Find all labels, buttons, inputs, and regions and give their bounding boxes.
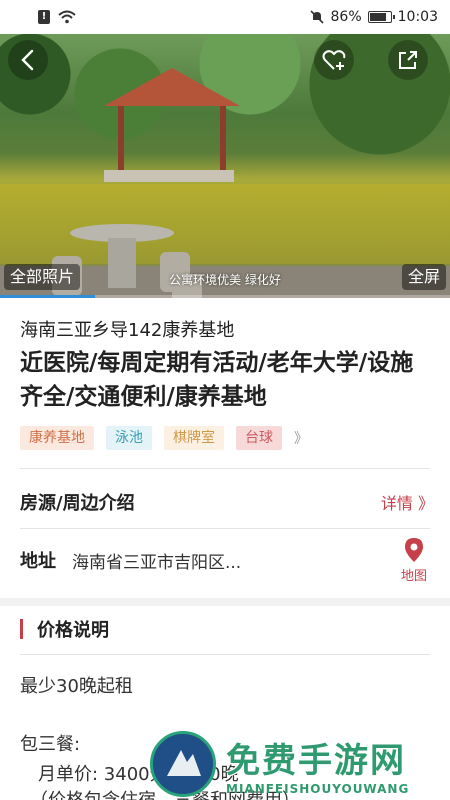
photo-progress xyxy=(0,295,450,298)
address-label: 地址 xyxy=(20,551,56,572)
divider xyxy=(20,468,430,469)
price-section-header: 价格说明 xyxy=(20,616,109,642)
status-bar: ! 86% 10:03 xyxy=(0,0,450,34)
chevron-left-icon xyxy=(21,49,34,71)
wifi-icon xyxy=(58,10,76,24)
map-button[interactable]: 地图 xyxy=(394,537,434,584)
share-icon xyxy=(399,51,417,69)
meals-text: 包三餐: xyxy=(20,734,81,755)
fullscreen-button[interactable]: 全屏 xyxy=(401,264,446,290)
tag: 台球 xyxy=(236,426,282,450)
watermark-subtext: MIANFEISHOUYOUWANG xyxy=(226,781,410,796)
clock: 10:03 xyxy=(397,9,438,25)
section-accent-bar xyxy=(20,619,23,639)
tag: 棋牌室 xyxy=(164,426,224,450)
address-text: 海南省三亚市吉阳区... xyxy=(72,552,242,573)
listing-location: 海南三亚乡导142康养基地 xyxy=(20,320,235,341)
photo-progress-fill xyxy=(0,295,95,298)
battery-percent: 86% xyxy=(330,9,362,25)
tag: 泳池 xyxy=(106,426,152,450)
hero-photo[interactable]: 全部照片 公寓环境优美 绿化好 全屏 xyxy=(0,34,450,298)
min-nights-text: 最少30晚起租 xyxy=(20,676,133,697)
heart-add-icon xyxy=(322,50,346,70)
listing-title: 近医院/每周定期有活动/老年大学/设施齐全/交通便利/康养基地 xyxy=(20,350,414,410)
favorite-button[interactable] xyxy=(314,40,354,80)
tag-list: 康养基地 泳池 棋牌室 台球 》 xyxy=(20,426,308,450)
map-pin-icon xyxy=(405,537,423,562)
divider xyxy=(20,528,430,529)
battery-icon xyxy=(367,11,395,23)
intro-label: 房源/周边介绍 xyxy=(20,493,135,514)
price-section-title: 价格说明 xyxy=(37,620,109,641)
address-row[interactable]: 地址 海南省三亚市吉阳区... 地图 xyxy=(20,536,434,584)
map-label: 地图 xyxy=(400,568,427,584)
sim-alert-icon: ! xyxy=(38,10,50,24)
tag: 康养基地 xyxy=(20,426,94,450)
share-button[interactable] xyxy=(388,40,428,80)
photo-caption: 公寓环境优美 绿化好 xyxy=(169,273,281,287)
detail-link[interactable]: 详情 》 xyxy=(381,490,434,514)
more-tags-button[interactable]: 》 xyxy=(294,428,308,448)
back-button[interactable] xyxy=(8,40,48,80)
section-separator xyxy=(0,598,450,606)
watermark-text: 免费手游网 xyxy=(226,740,406,781)
intro-row[interactable]: 房源/周边介绍 详情 》 xyxy=(20,482,434,522)
mute-bell-icon xyxy=(309,10,324,24)
divider xyxy=(20,654,430,655)
site-watermark: 免费手游网 MIANFEISHOUYOUWANG xyxy=(150,728,450,800)
watermark-logo xyxy=(150,731,216,797)
